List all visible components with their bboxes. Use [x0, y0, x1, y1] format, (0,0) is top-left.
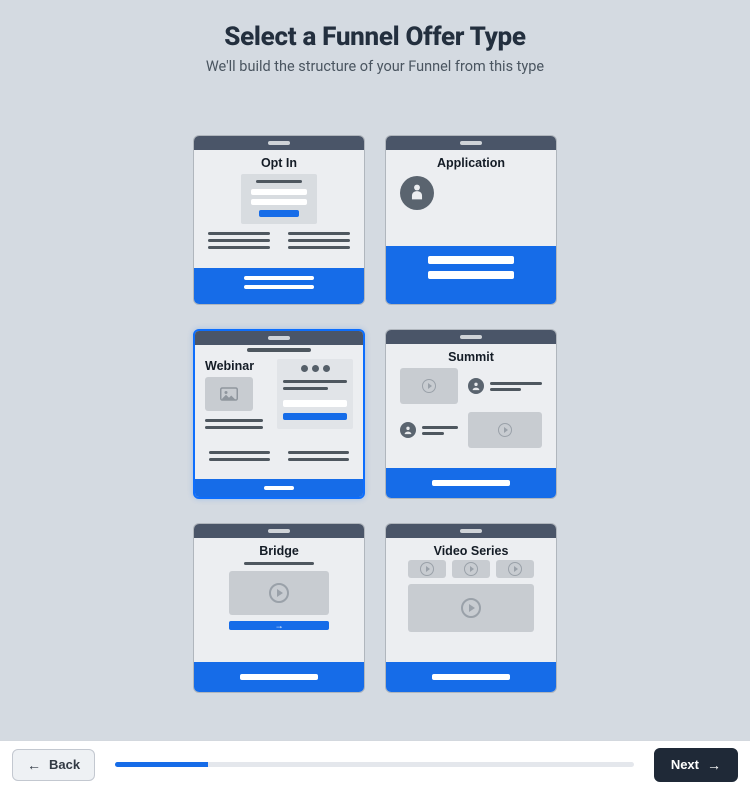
funnel-type-grid: Opt In: [0, 135, 750, 693]
card-bridge-label: Bridge: [194, 538, 364, 562]
card-bridge[interactable]: Bridge →: [193, 523, 365, 693]
card-application[interactable]: Application: [385, 135, 557, 305]
card-opt-in-label: Opt In: [194, 150, 364, 174]
page-title: Select a Funnel Offer Type: [0, 22, 750, 52]
card-webinar-label: Webinar: [205, 359, 269, 377]
back-button[interactable]: ← Back: [12, 749, 95, 781]
play-icon: [420, 562, 434, 576]
arrow-left-icon: ←: [27, 757, 41, 773]
next-button-label: Next: [671, 757, 699, 772]
next-button[interactable]: Next →: [654, 748, 738, 782]
wizard-footer: ← Back Next →: [0, 740, 750, 788]
person-icon: [400, 176, 434, 210]
play-icon: [464, 562, 478, 576]
avatar-icon: [400, 422, 416, 438]
card-application-label: Application: [386, 150, 556, 174]
progress-bar: [115, 762, 634, 767]
progress-fill: [115, 762, 208, 767]
play-icon: [508, 562, 522, 576]
back-button-label: Back: [49, 757, 80, 772]
card-video-series-label: Video Series: [386, 538, 556, 562]
play-icon: [422, 379, 436, 393]
avatar-icon: [468, 378, 484, 394]
arrow-right-icon: →: [275, 620, 284, 631]
card-webinar[interactable]: Webinar: [193, 329, 365, 499]
page-subtitle: We'll build the structure of your Funnel…: [0, 58, 750, 75]
image-placeholder-icon: [205, 377, 253, 411]
card-summit[interactable]: Summit: [385, 329, 557, 499]
card-opt-in[interactable]: Opt In: [193, 135, 365, 305]
play-icon: [269, 583, 289, 603]
play-icon: [461, 598, 481, 618]
card-summit-label: Summit: [386, 344, 556, 368]
arrow-right-icon: →: [707, 757, 721, 773]
card-video-series[interactable]: Video Series: [385, 523, 557, 693]
play-icon: [498, 423, 512, 437]
